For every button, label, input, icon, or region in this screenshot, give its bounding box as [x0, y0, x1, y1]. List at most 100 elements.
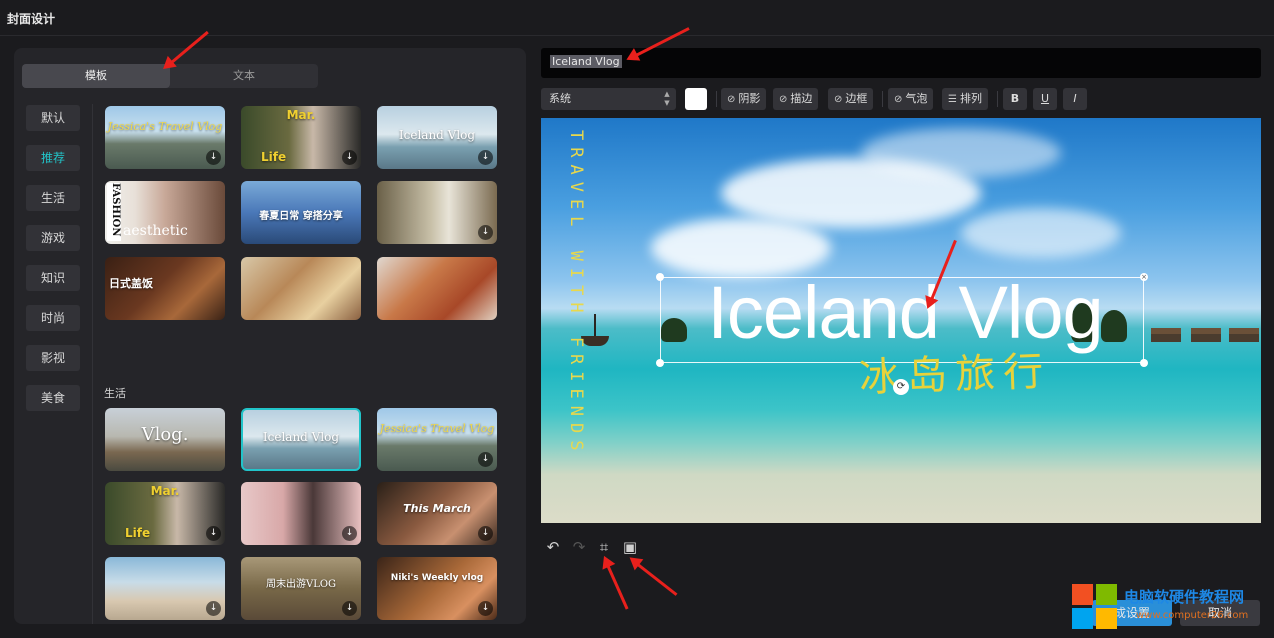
category-film[interactable]: 影视 — [26, 345, 80, 371]
download-icon[interactable]: ↓ — [478, 225, 493, 240]
logo-tile — [1072, 584, 1093, 605]
subtitle-text[interactable]: 冰岛旅行 — [858, 339, 1052, 404]
template-grid: Jessica's Travel Vlog ↓ Mar. Life ↓ Icel… — [104, 104, 516, 624]
logo-tile — [1072, 608, 1093, 629]
download-icon[interactable]: ↓ — [206, 526, 221, 541]
windows-logo — [1072, 584, 1118, 630]
text-color-swatch[interactable] — [685, 88, 707, 110]
download-icon[interactable]: ↓ — [478, 526, 493, 541]
download-icon[interactable]: ↓ — [342, 150, 357, 165]
download-icon[interactable]: ↓ — [478, 452, 493, 467]
download-icon[interactable]: ↓ — [206, 150, 221, 165]
category-game[interactable]: 游戏 — [26, 225, 80, 251]
ban-icon: ⊘ — [834, 94, 843, 105]
shadow-label: 阴影 — [738, 92, 761, 105]
download-icon[interactable]: ↓ — [342, 601, 357, 616]
thumb-caption: Life — [125, 526, 151, 540]
bubble-button[interactable]: ⊘ 气泡 — [888, 88, 934, 110]
template-thumb[interactable]: Mar. Life ↓ — [105, 482, 225, 545]
toolbar-divider — [716, 91, 717, 107]
template-thumb[interactable]: ↓ — [105, 557, 225, 620]
title-bar: 封面设计 — [0, 0, 1274, 36]
cloud — [961, 208, 1121, 258]
thumb-caption: Life — [261, 150, 287, 164]
template-thumb[interactable]: Jessica's Travel Vlog ↓ — [105, 106, 225, 169]
logo-tile — [1096, 584, 1117, 605]
underline-button[interactable]: U — [1033, 88, 1057, 110]
water-villa — [1151, 328, 1181, 342]
bold-button[interactable]: B — [1003, 88, 1027, 110]
bubble-label: 气泡 — [905, 92, 928, 105]
rotate-icon[interactable]: ⟳ — [893, 379, 909, 395]
thumb-caption: Niki's Weekly vlog — [390, 573, 484, 583]
thumb-caption: Mar. — [286, 108, 316, 122]
border-label: 边框 — [845, 92, 868, 105]
cover-title-input[interactable]: Iceland Vlog — [541, 48, 1261, 78]
arrange-button[interactable]: ☰ 排列 — [942, 88, 988, 110]
thumb-caption: Vlog. — [141, 424, 189, 445]
cloud — [651, 218, 831, 278]
redo-icon[interactable]: ↷ — [570, 538, 588, 556]
shadow-button[interactable]: ⊘ 阴影 — [721, 88, 767, 110]
category-knowledge[interactable]: 知识 — [26, 265, 80, 291]
thumb-caption: Iceland Vlog — [398, 128, 476, 142]
template-thumb[interactable]: 日式盖饭 — [105, 257, 225, 320]
template-thumb[interactable]: ↓ — [241, 482, 361, 545]
boat-mast — [594, 314, 596, 338]
resize-handle[interactable] — [656, 273, 664, 281]
category-life[interactable]: 生活 — [26, 185, 80, 211]
template-thumb[interactable]: 春夏日常 穿搭分享 — [241, 181, 361, 244]
window-title: 封面设计 — [7, 12, 56, 26]
template-thumb[interactable] — [377, 257, 497, 320]
thumb-caption: 春夏日常 穿搭分享 — [259, 211, 343, 222]
template-thumb[interactable] — [241, 257, 361, 320]
download-icon[interactable]: ↓ — [206, 601, 221, 616]
template-thumb[interactable]: Iceland Vlog ↓ — [377, 106, 497, 169]
border-button[interactable]: ⊘ 边框 — [828, 88, 874, 110]
template-thumb[interactable]: Mar. Life ↓ — [241, 106, 361, 169]
template-thumb[interactable]: Jessica's Travel Vlog ↓ — [377, 408, 497, 471]
undo-icon[interactable]: ↶ — [544, 538, 562, 556]
thumb-caption: This March — [403, 502, 471, 515]
download-icon[interactable]: ↓ — [478, 150, 493, 165]
text-style-toolbar: 系统 ▲ ▼ ⊘ 阴影 ⊘ 描边 ⊘ 边框 ⊘ 气泡 ☰ 排列 B U I — [541, 88, 1261, 110]
main-title-text[interactable]: Iceland Vlog — [665, 270, 1145, 355]
category-food[interactable]: 美食 — [26, 385, 80, 411]
cover-canvas[interactable]: TRAVEL WITH FRIENDS × Iceland Vlog 冰岛旅行 … — [541, 118, 1261, 523]
download-icon[interactable]: ↓ — [478, 601, 493, 616]
cover-title-text: Iceland Vlog — [550, 55, 622, 68]
tab-text[interactable]: 文本 — [170, 64, 318, 88]
template-thumb-selected[interactable]: Iceland Vlog — [241, 408, 361, 471]
template-thumb[interactable]: ↓ — [377, 181, 497, 244]
logo-tile — [1096, 608, 1117, 629]
resize-handle[interactable] — [1140, 359, 1148, 367]
thumb-caption: Iceland Vlog — [262, 430, 340, 444]
stroke-button[interactable]: ⊘ 描边 — [773, 88, 819, 110]
thumb-caption: Jessica's Travel Vlog — [379, 422, 495, 435]
annotation-arrow — [604, 560, 629, 610]
italic-button[interactable]: I — [1063, 88, 1087, 110]
vertical-caption[interactable]: TRAVEL WITH FRIENDS — [566, 130, 586, 457]
template-thumb[interactable]: 周末出游VLOG ↓ — [241, 557, 361, 620]
thumb-caption: 周末出游VLOG — [265, 579, 337, 590]
category-recommended[interactable]: 推荐 — [26, 145, 80, 171]
resize-handle[interactable] — [656, 359, 664, 367]
template-panel: 模板 文本 默认 推荐 生活 游戏 知识 时尚 影视 美食 Jessica's … — [14, 48, 526, 624]
thumb-caption: 日式盖饭 — [109, 277, 153, 290]
stepper-icon: ▲ ▼ — [664, 90, 670, 107]
category-fashion[interactable]: 时尚 — [26, 305, 80, 331]
thumb-caption: FASHION — [107, 183, 121, 241]
template-thumb[interactable]: This March ↓ — [377, 482, 497, 545]
arrange-label: 排列 — [959, 92, 982, 105]
font-select[interactable]: 系统 ▲ ▼ — [541, 88, 676, 110]
cloud — [861, 128, 1061, 178]
thumb-caption: Jessica's Travel Vlog — [107, 120, 223, 133]
section-life: 生活 — [104, 387, 126, 400]
download-icon[interactable]: ↓ — [342, 526, 357, 541]
watermark: 电脑软硬件教程网 www.computer26.com — [1070, 582, 1274, 638]
tab-template[interactable]: 模板 — [22, 64, 170, 88]
category-default[interactable]: 默认 — [26, 105, 80, 131]
template-thumb[interactable]: Vlog. — [105, 408, 225, 471]
template-thumb[interactable]: FASHION aesthetic — [105, 181, 225, 244]
template-thumb[interactable]: Niki's Weekly vlog ↓ — [377, 557, 497, 620]
